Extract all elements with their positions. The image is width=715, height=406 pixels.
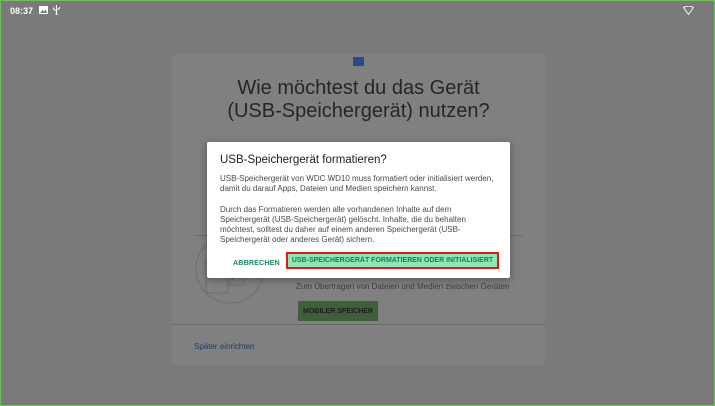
headline-line-1: Wie möchtest du das Gerät [237,77,480,99]
format-storage-button[interactable]: USB-SPEICHERGERÄT FORMATIEREN ODER INITI… [286,252,499,269]
dialog-message-1: USB-Speichergerät von WDC WD10 muss form… [220,174,494,193]
mobile-storage-button[interactable]: MOBILER SPEICHER [298,301,378,321]
setup-headline: Wie möchtest du das Gerät (USB-Speicherg… [172,77,545,123]
step-indicator [353,57,364,66]
mobile-storage-description: Zum Übertragen von Dateien und Medien zw… [296,282,510,291]
divider [172,324,545,325]
setup-later-link[interactable]: Später einrichten [194,342,254,351]
dialog-title: USB-Speichergerät formatieren? [220,154,387,166]
status-time: 08:37 [10,6,34,16]
usb-icon [53,5,60,15]
image-icon [39,6,48,14]
status-bar: 08:37 [1,1,714,21]
wifi-icon [683,6,694,15]
dialog-message-2: Durch das Formatieren werden alle vorhan… [220,205,466,244]
format-dialog: USB-Speichergerät formatieren? USB-Speic… [207,142,510,278]
cancel-button[interactable]: ABBRECHEN [233,258,280,267]
headline-line-2: (USB-Speichergerät) nutzen? [227,100,490,122]
